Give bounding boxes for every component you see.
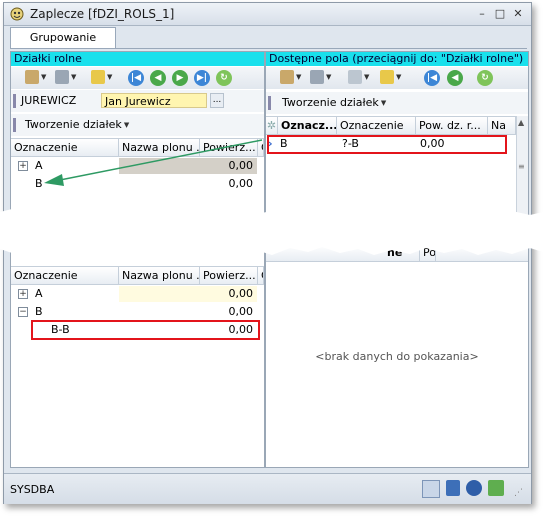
- drag-arrow: [44, 139, 263, 186]
- arrow-head-icon: [44, 174, 64, 186]
